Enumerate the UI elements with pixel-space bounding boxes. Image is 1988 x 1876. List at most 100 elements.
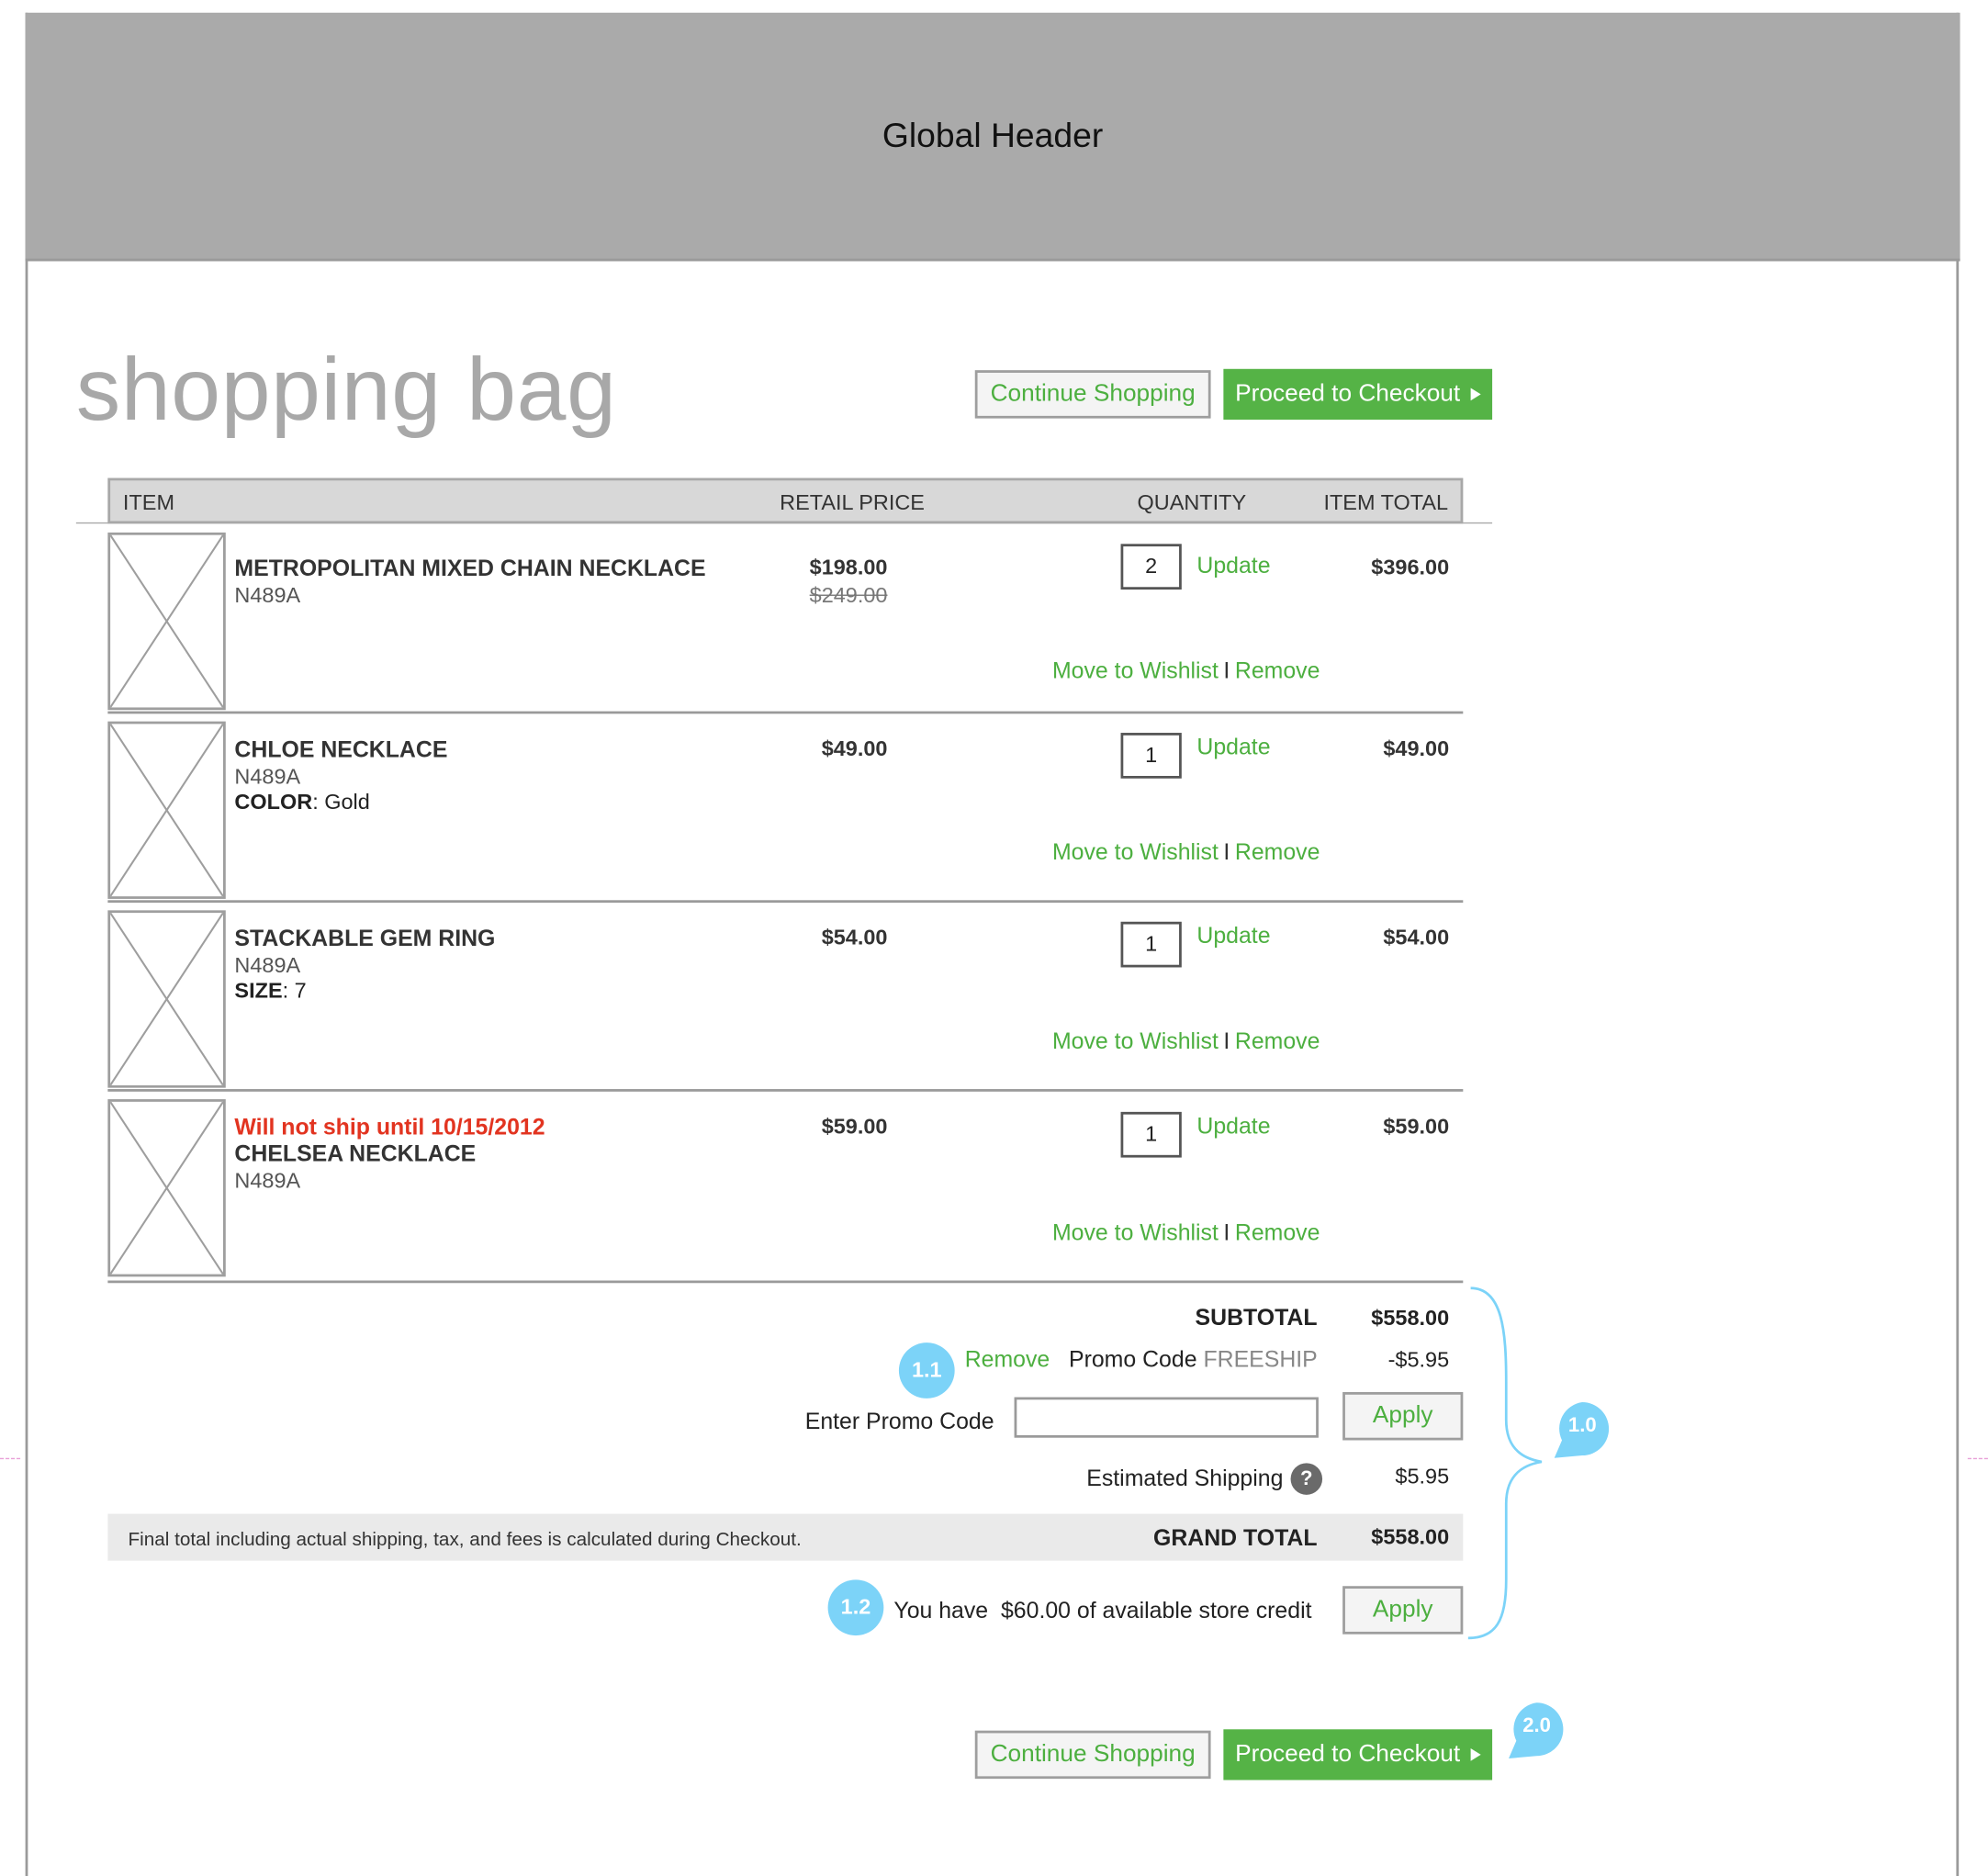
item-attribute: COLOR: Gold [234,790,369,815]
row-divider [107,1280,1464,1284]
row-actions: Move to Wishlist I Remove [1052,1219,1320,1246]
estimated-shipping-value: $5.95 [1395,1464,1450,1488]
move-to-wishlist-link[interactable]: Move to Wishlist [1052,658,1219,684]
item-total: $54.00 [1383,925,1450,950]
continue-shopping-button-bottom[interactable]: Continue Shopping [974,1730,1211,1780]
promo-remove-link[interactable]: Remove [965,1346,1050,1372]
move-to-wishlist-link[interactable]: Move to Wishlist [1052,839,1219,865]
cart-row: CHLOE NECKLACE N489A COLOR: Gold $49.00 … [107,715,1464,904]
remove-link[interactable]: Remove [1235,658,1320,684]
item-name[interactable]: CHELSEA NECKLACE [234,1141,476,1168]
row-divider [107,711,1464,714]
remove-link[interactable]: Remove [1235,1219,1320,1245]
guide-mark-right [1967,1457,1988,1460]
update-link[interactable]: Update [1196,923,1270,949]
question-circle-icon[interactable]: ? [1290,1463,1323,1495]
column-header-item: ITEM [122,490,174,515]
triangle-right-icon [1470,1747,1481,1761]
image-placeholder-icon[interactable] [107,721,226,899]
global-header: Global Header [25,12,1960,262]
ship-date-warning: Will not ship until 10/15/2012 [234,1114,545,1140]
row-divider [107,900,1464,904]
checkout-label: Proceed to Checkout [1235,1740,1461,1768]
item-total: $59.00 [1383,1114,1450,1139]
image-placeholder-icon[interactable] [107,910,226,1088]
promo-code-input[interactable] [1014,1397,1319,1438]
item-sku: N489A [234,764,301,789]
remove-link[interactable]: Remove [1235,1028,1320,1054]
enter-promo-label: Enter Promo Code [804,1408,994,1434]
estimated-shipping-label: Estimated Shipping [1086,1466,1284,1491]
quantity-input[interactable]: 2 [1120,544,1182,590]
item-name[interactable]: METROPOLITAN MIXED CHAIN NECKLACE [234,556,705,582]
annotation-label: 2.0 [1522,1715,1551,1737]
continue-shopping-label: Continue Shopping [990,1740,1196,1768]
action-separator: I [1223,1028,1230,1054]
store-credit-amount: $60.00 [1000,1597,1072,1623]
remove-link[interactable]: Remove [1235,839,1320,865]
row-divider [107,1089,1464,1092]
checkout-button-top[interactable]: Proceed to Checkout [1223,368,1493,421]
move-to-wishlist-link[interactable]: Move to Wishlist [1052,1028,1219,1054]
store-credit-text: You have $60.00 of available store credi… [893,1598,1311,1624]
cart-row: STACKABLE GEM RING N489A SIZE: 7 $54.00 … [107,904,1464,1092]
cart-row: METROPOLITAN MIXED CHAIN NECKLACE N489A … [107,526,1464,714]
column-header-price: RETAIL PRICE [780,490,925,515]
update-link[interactable]: Update [1196,553,1270,579]
promo-discount-value: -$5.95 [1387,1347,1450,1372]
quantity-input[interactable]: 1 [1120,733,1182,779]
item-name[interactable]: STACKABLE GEM RING [234,926,495,952]
item-total: $49.00 [1383,736,1450,761]
apply-promo-button[interactable]: Apply [1342,1392,1464,1441]
column-header-quantity: QUANTITY [1137,490,1247,515]
promo-code-value: FREESHIP [1203,1346,1318,1372]
apply-store-credit-button[interactable]: Apply [1342,1586,1464,1634]
continue-shopping-label: Continue Shopping [990,380,1196,408]
cart-row: Will not ship until 10/15/2012 CHELSEA N… [107,1093,1464,1284]
final-total-note: Final total including actual shipping, t… [128,1529,802,1551]
item-price: $59.00 [821,1114,888,1139]
item-sku: N489A [234,953,301,978]
item-price: $49.00 [821,736,888,761]
action-separator: I [1223,839,1230,865]
attribute-value: : Gold [312,790,370,814]
item-sku: N489A [234,1169,301,1194]
update-link[interactable]: Update [1196,734,1270,760]
checkout-button-bottom[interactable]: Proceed to Checkout [1223,1729,1493,1781]
action-separator: I [1223,657,1230,684]
annotation-brace [1467,1286,1543,1640]
promo-row: Remove Promo Code FREESHIP [965,1346,1318,1373]
apply-label: Apply [1372,1596,1433,1623]
triangle-right-icon [1470,388,1481,401]
quantity-input[interactable]: 1 [1120,1111,1182,1158]
item-attribute: SIZE: 7 [234,979,306,1005]
apply-label: Apply [1372,1402,1433,1430]
continue-shopping-button-top[interactable]: Continue Shopping [974,370,1211,419]
promo-code-label: Promo Code [1068,1346,1197,1372]
row-actions: Move to Wishlist I Remove [1052,839,1320,866]
page-frame: Global Header shopping bag Continue Shop… [0,0,1988,1876]
item-original-price: $249.00 [809,583,888,608]
item-price: $198.00 [809,555,888,579]
guide-mark-left [0,1457,21,1460]
move-to-wishlist-link[interactable]: Move to Wishlist [1052,1219,1219,1245]
grand-total-value: $558.00 [1371,1524,1450,1550]
subtotal-label: SUBTOTAL [1195,1304,1318,1331]
attribute-label: COLOR [234,790,313,814]
annotation-label: 1.0 [1567,1414,1597,1437]
annotation-marker-1-1: 1.1 [898,1342,955,1399]
table-header-underline [75,522,1493,524]
global-header-title: Global Header [882,116,1104,154]
annotation-marker-1-2: 1.2 [827,1579,884,1636]
item-price: $54.00 [821,925,888,950]
store-credit-prefix: You have [893,1597,989,1623]
image-placeholder-icon[interactable] [107,532,226,711]
quantity-input[interactable]: 1 [1120,921,1182,968]
grand-total-label: GRAND TOTAL [1152,1524,1318,1551]
image-placeholder-icon[interactable] [107,1099,226,1277]
checkout-label: Proceed to Checkout [1235,380,1461,408]
update-link[interactable]: Update [1196,1113,1270,1140]
item-total: $396.00 [1371,555,1450,579]
cart-table-header: ITEM RETAIL PRICE QUANTITY ITEM TOTAL [107,477,1464,524]
item-name[interactable]: CHLOE NECKLACE [234,736,447,763]
